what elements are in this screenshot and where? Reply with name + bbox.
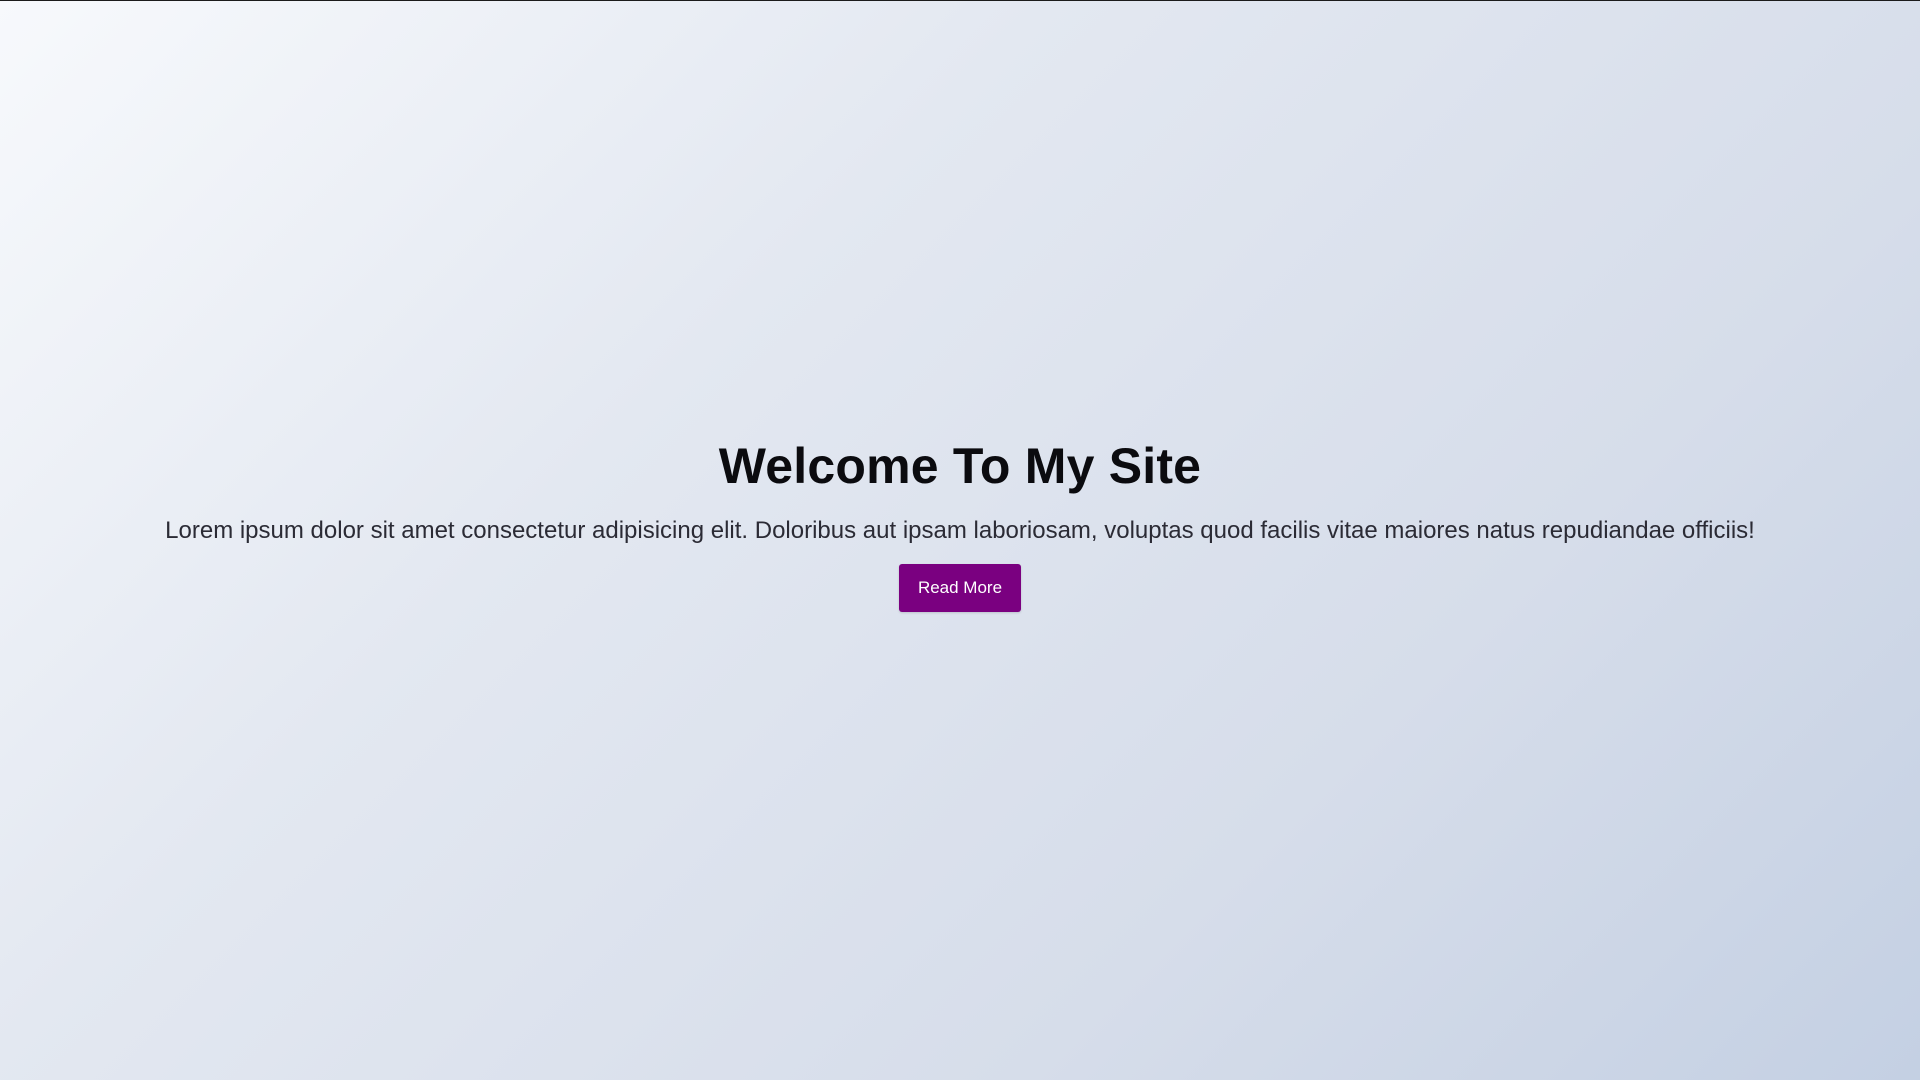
hero-title: Welcome To My Site xyxy=(718,437,1202,494)
hero-description: Lorem ipsum dolor sit amet consectetur a… xyxy=(165,517,1755,545)
hero-section: Welcome To My Site Lorem ipsum dolor sit… xyxy=(0,0,1920,1080)
read-more-button[interactable]: Read More xyxy=(898,564,1022,613)
